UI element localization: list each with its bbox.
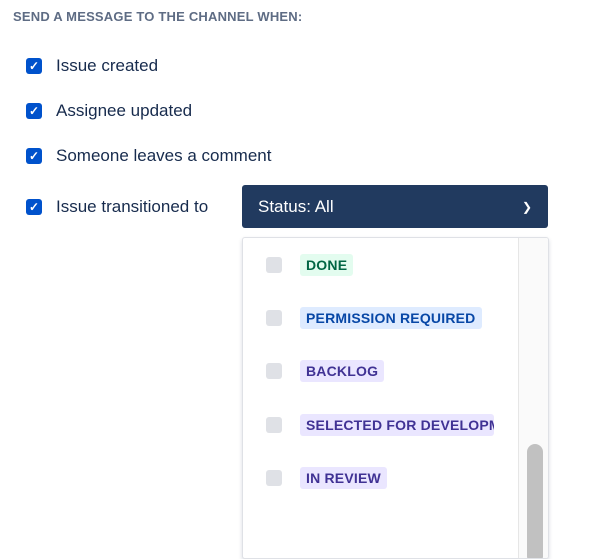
checkbox-checked[interactable]: ✓	[26, 58, 42, 74]
status-option[interactable]: SELECTED FOR DEVELOPMENT	[266, 414, 494, 436]
chevron-down-icon: ❯	[521, 199, 532, 214]
checkbox[interactable]	[266, 363, 282, 379]
status-option[interactable]: IN REVIEW	[266, 467, 387, 489]
status-lozenge: SELECTED FOR DEVELOPMENT	[300, 414, 494, 436]
scrollbar-thumb[interactable]	[527, 444, 543, 558]
checkbox-checked[interactable]: ✓	[26, 103, 42, 119]
scrollbar[interactable]	[518, 238, 548, 558]
status-lozenge: DONE	[300, 254, 354, 276]
status-lozenge: IN REVIEW	[300, 467, 387, 489]
section-heading: SEND A MESSAGE TO THE CHANNEL WHEN:	[13, 9, 303, 24]
option-comment[interactable]: ✓ Someone leaves a comment	[26, 146, 271, 166]
checkbox[interactable]	[266, 257, 282, 273]
checkbox-checked[interactable]: ✓	[26, 199, 42, 215]
option-assignee-updated[interactable]: ✓ Assignee updated	[26, 101, 192, 121]
option-label: Issue created	[56, 56, 159, 75]
status-lozenge: BACKLOG	[300, 360, 385, 382]
status-dropdown-menu: DONE PERMISSION REQUIRED BACKLOG SELECTE…	[242, 237, 549, 559]
option-label: Issue transitioned to	[56, 197, 209, 216]
checkbox[interactable]	[266, 417, 282, 433]
option-label: Someone leaves a comment	[56, 146, 272, 165]
checkbox[interactable]	[266, 470, 282, 486]
status-lozenge: PERMISSION REQUIRED	[300, 307, 482, 329]
checkbox[interactable]	[266, 310, 282, 326]
checkbox-checked[interactable]: ✓	[26, 148, 42, 164]
status-select-label: Status: All	[258, 196, 334, 216]
option-issue-created[interactable]: ✓ Issue created	[26, 56, 158, 76]
status-option[interactable]: BACKLOG	[266, 360, 385, 382]
status-option[interactable]: DONE	[266, 254, 354, 276]
option-label: Assignee updated	[56, 101, 193, 120]
option-issue-transitioned[interactable]: ✓ Issue transitioned to	[26, 197, 208, 217]
status-select[interactable]: Status: All ❯	[242, 185, 548, 228]
status-option[interactable]: PERMISSION REQUIRED	[266, 307, 482, 329]
